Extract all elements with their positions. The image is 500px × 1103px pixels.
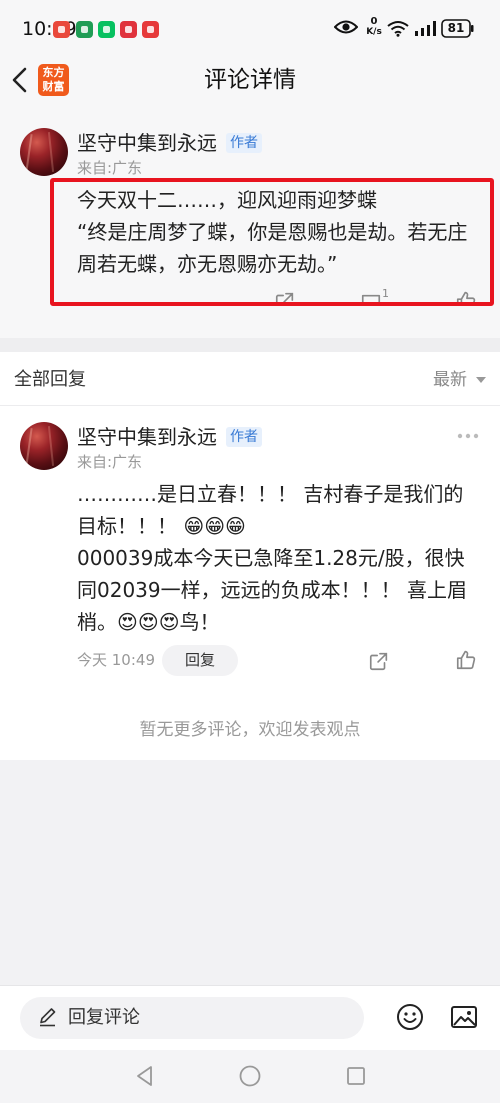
image-icon[interactable] [450, 1004, 478, 1030]
like-icon[interactable] [455, 290, 477, 306]
wifi-icon [387, 21, 409, 37]
red-app-notification-icon [53, 21, 70, 38]
pencil-icon [40, 1008, 56, 1027]
red-app-notification-icon [120, 21, 137, 38]
comment-line: 周若无蝶，亦无恩赐亦无劫。” [77, 252, 338, 276]
comment-body: 今天双十二……，迎风迎雨迎梦蝶 “终是庄周梦了蝶，你是恩赐也是劫。若无庄 周若无… [77, 184, 487, 280]
battery-icon: 81 [441, 19, 475, 38]
comment-line: 今天双十二……，迎风迎雨迎梦蝶 [77, 188, 377, 212]
eye-icon [334, 20, 358, 34]
network-speed-unit: K/s [366, 27, 382, 37]
page-title: 评论详情 [204, 67, 296, 93]
sort-dropdown[interactable]: 最新 [433, 369, 467, 391]
empty-hint: 暂无更多评论，欢迎发表观点 [139, 720, 361, 740]
wechat-notification-icon [98, 21, 115, 38]
reply-avatar[interactable] [20, 422, 68, 470]
reply-timestamp: 今天 10:49 [77, 651, 155, 669]
author-name[interactable]: 坚守中集到永远 [77, 130, 217, 156]
notification-icons [53, 21, 173, 39]
reply-line: 目标！！！ 😁😁😁 [77, 514, 246, 538]
more-icon[interactable] [456, 431, 480, 441]
reply-line: 梢。😍😍😍鸟！ [77, 610, 220, 634]
network-speed: 0 K/s [363, 16, 385, 37]
caret-down-icon[interactable] [476, 377, 486, 383]
red-app-notification-icon [142, 21, 159, 38]
avatar[interactable] [20, 128, 68, 176]
comment-icon[interactable] [360, 292, 382, 306]
author-badge: 作者 [226, 133, 262, 153]
nav-home-icon[interactable] [239, 1065, 261, 1087]
share-icon[interactable] [368, 650, 390, 672]
reply-line: …………是日立春！！！ 吉村春子是我们的 [77, 482, 464, 506]
share-icon[interactable] [274, 290, 296, 306]
section-separator [0, 338, 500, 352]
nav-back-icon[interactable] [133, 1064, 155, 1088]
comment-line: “终是庄周梦了蝶，你是恩赐也是劫。若无庄 [77, 220, 468, 244]
reply-body: …………是日立春！！！ 吉村春子是我们的 目标！！！ 😁😁😁 000039成本今… [77, 478, 487, 638]
comment-detail-screen: 10:49 0 K/s 81 东方 财富 评论详情 坚守中集到永远 作者 来自:… [0, 0, 500, 1103]
comment-actions-row: 1 [0, 288, 500, 306]
reply-author-name[interactable]: 坚守中集到永远 [77, 424, 217, 450]
nav-recents-icon[interactable] [346, 1066, 366, 1086]
reply-author-badge: 作者 [226, 427, 262, 447]
comment-count: 1 [382, 288, 389, 300]
green-app-notification-icon [76, 21, 93, 38]
location-label: 来自:广东 [77, 159, 143, 177]
like-icon[interactable] [455, 649, 477, 671]
reply-button[interactable]: 回复 [162, 645, 238, 676]
emoji-icon[interactable] [396, 1003, 424, 1031]
divider [0, 405, 500, 406]
signal-icon [415, 21, 436, 36]
reply-input-placeholder[interactable]: 回复评论 [68, 1006, 140, 1030]
reply-line: 同02039一样，远远的负成本！！！ 喜上眉 [77, 578, 467, 602]
battery-level: 81 [447, 21, 465, 35]
replies-section-title: 全部回复 [14, 369, 86, 390]
network-speed-value: 0 [370, 16, 378, 27]
reply-location-label: 来自:广东 [77, 453, 143, 471]
reply-line: 000039成本今天已急降至1.28元/股，很快 [77, 546, 465, 570]
